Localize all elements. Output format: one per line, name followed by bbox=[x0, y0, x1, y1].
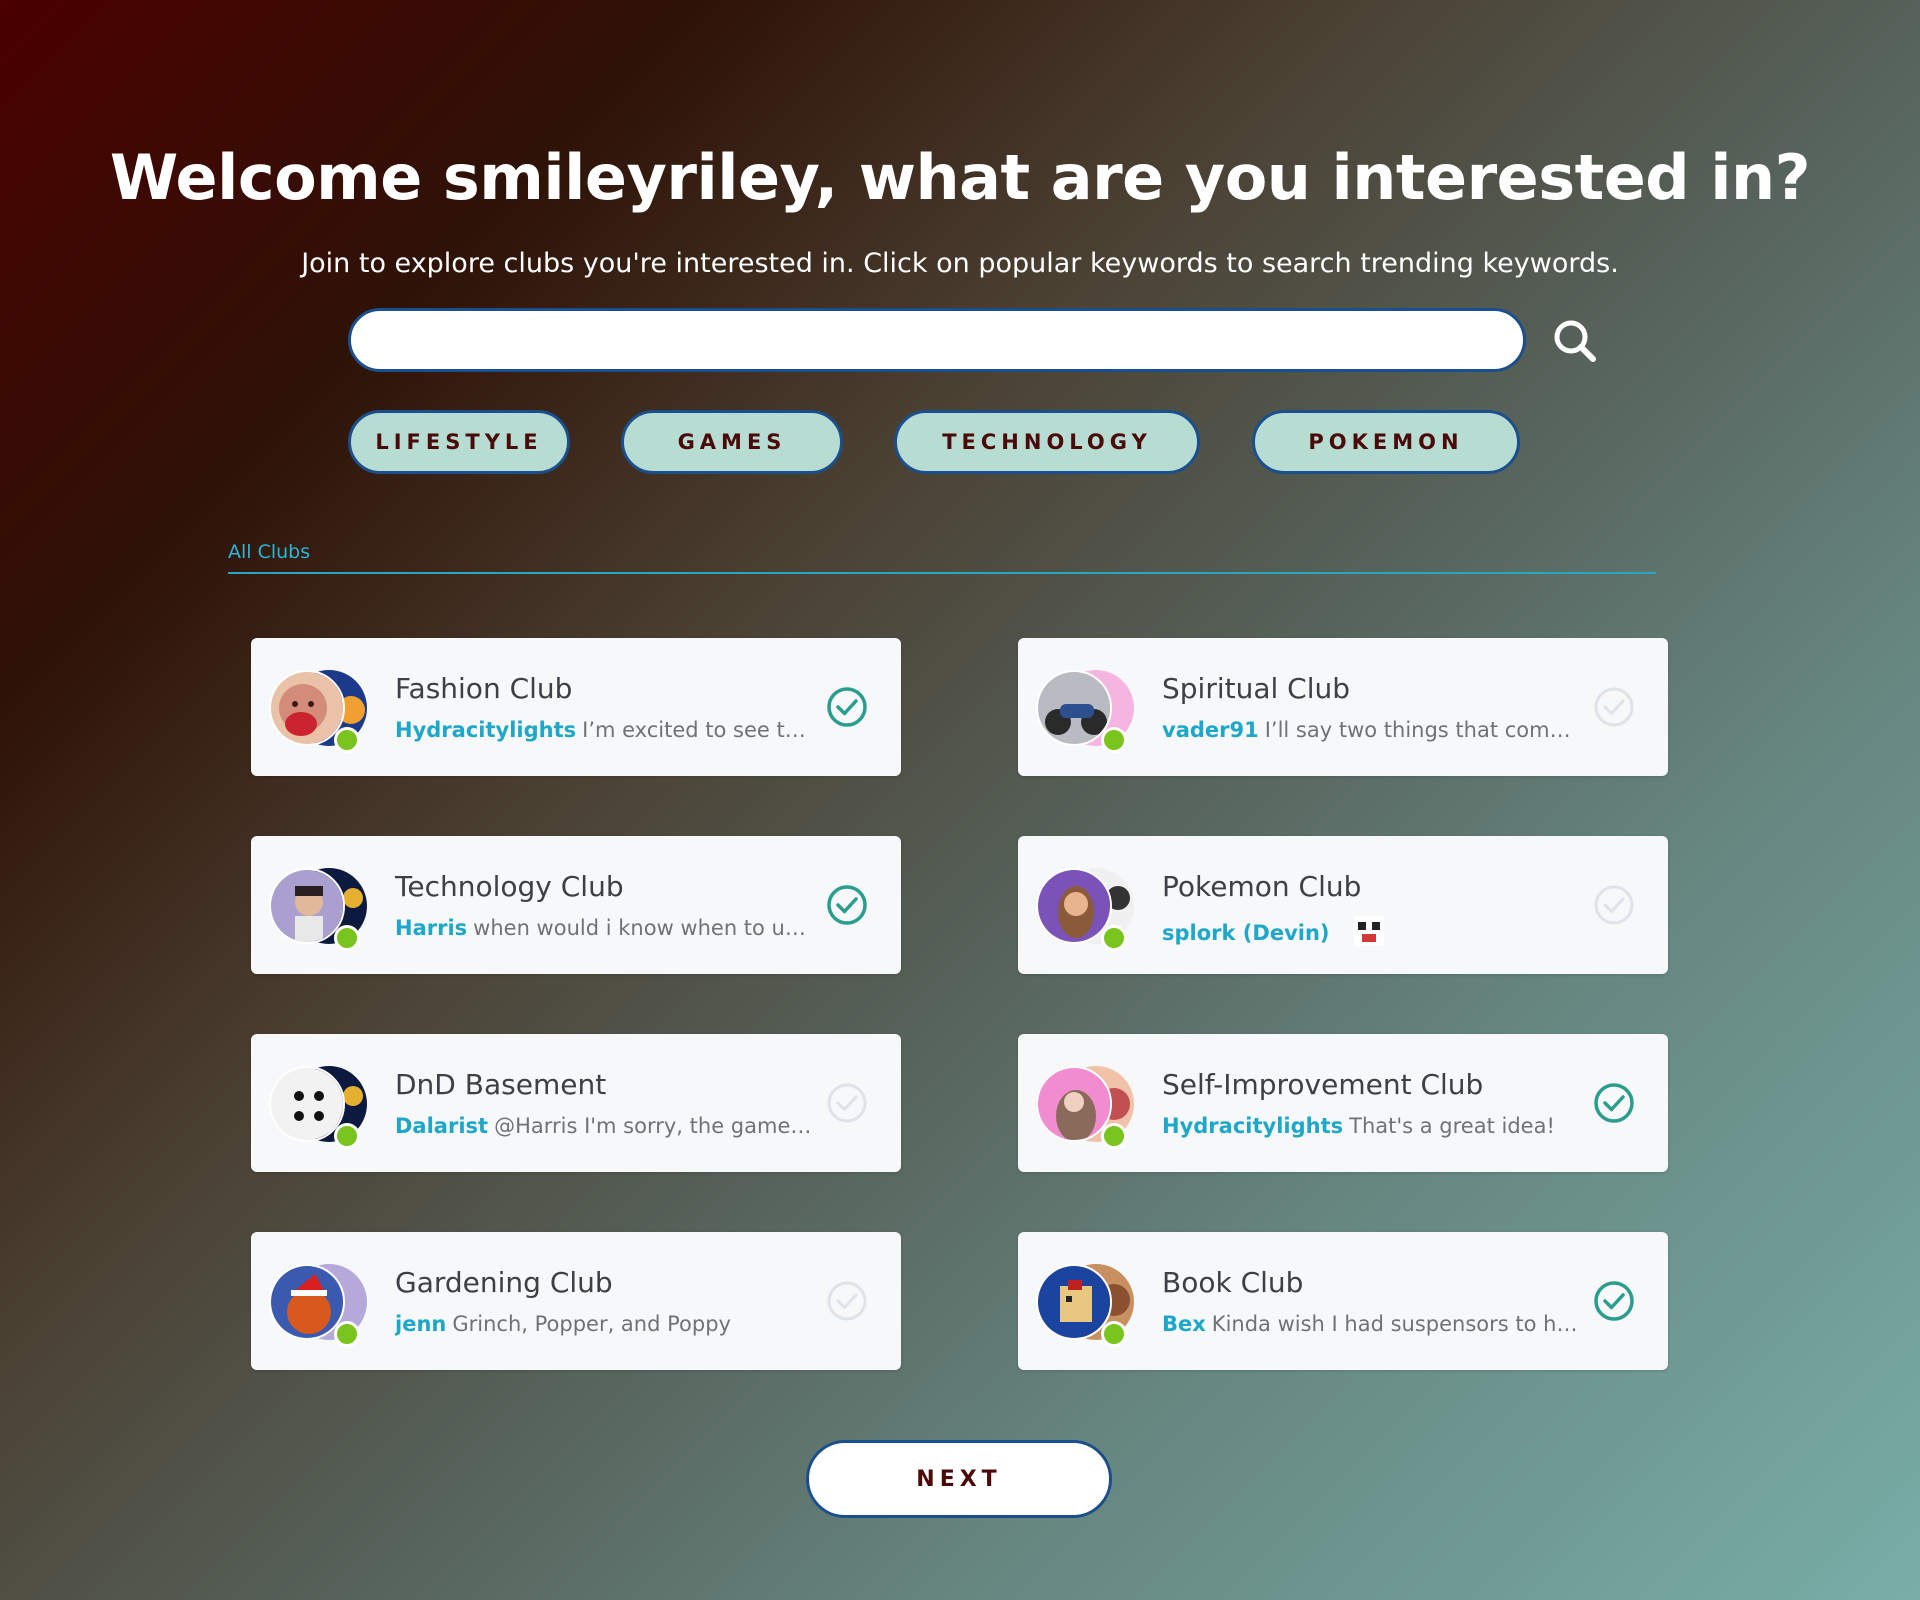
club-name: Technology Club bbox=[395, 870, 624, 903]
message-text: @Harris I'm sorry, the game I... bbox=[494, 1114, 815, 1138]
avatar bbox=[269, 868, 345, 944]
online-status-dot bbox=[334, 727, 360, 753]
avatar bbox=[269, 670, 345, 746]
club-last-message: Dalarist @Harris I'm sorry, the game I... bbox=[395, 1114, 815, 1138]
search-input[interactable] bbox=[348, 308, 1526, 372]
avatar bbox=[1036, 670, 1112, 746]
message-author[interactable]: jenn bbox=[395, 1312, 446, 1336]
club-last-message: HydracitylightsI’m excited to see the f.… bbox=[395, 718, 815, 742]
message-text: Kinda wish I had suspensors to ho... bbox=[1211, 1312, 1582, 1336]
club-name: Spiritual Club bbox=[1162, 672, 1351, 705]
club-card-technology[interactable]: Technology Club Harris when would i know … bbox=[251, 836, 901, 974]
avatar bbox=[1036, 868, 1112, 944]
club-name: Fashion Club bbox=[395, 672, 573, 705]
avatar-stack bbox=[1036, 1066, 1136, 1149]
keyword-games[interactable]: GAMES bbox=[621, 410, 843, 474]
check-circle-icon[interactable] bbox=[826, 1082, 868, 1124]
message-text: when would i know when to up... bbox=[473, 916, 815, 940]
club-last-message: Harris when would i know when to up... bbox=[395, 916, 815, 940]
club-card-book[interactable]: Book Club Bex Kinda wish I had suspensors… bbox=[1018, 1232, 1668, 1370]
avatar bbox=[1036, 1264, 1112, 1340]
online-status-dot bbox=[1101, 925, 1127, 951]
message-text: That's a great idea! bbox=[1349, 1114, 1555, 1138]
check-circle-icon[interactable] bbox=[1593, 686, 1635, 728]
avatar-stack bbox=[1036, 670, 1136, 753]
check-circle-icon[interactable] bbox=[826, 1280, 868, 1322]
club-card-pokemon[interactable]: Pokemon Club splork (Devin) bbox=[1018, 836, 1668, 974]
online-status-dot bbox=[1101, 1321, 1127, 1347]
page-title: Welcome smileyriley, what are you intere… bbox=[109, 141, 1811, 214]
online-status-dot bbox=[334, 925, 360, 951]
search-bar bbox=[348, 308, 1528, 372]
message-author[interactable]: Harris bbox=[395, 916, 467, 940]
search-icon[interactable] bbox=[1552, 318, 1598, 364]
club-last-message: splork (Devin) bbox=[1162, 916, 1582, 951]
avatar-stack bbox=[269, 670, 369, 753]
club-card-spiritual[interactable]: Spiritual Club vader91 I’ll say two thing… bbox=[1018, 638, 1668, 776]
avatar bbox=[269, 1264, 345, 1340]
club-last-message: jenn Grinch, Popper, and Poppy bbox=[395, 1312, 815, 1336]
message-author[interactable]: Bex bbox=[1162, 1312, 1206, 1336]
club-last-message: vader91 I’ll say two things that comes... bbox=[1162, 718, 1582, 742]
check-circle-icon[interactable] bbox=[826, 686, 868, 728]
club-card-self-improvement[interactable]: Self-Improvement Club Hydracitylights Tha… bbox=[1018, 1034, 1668, 1172]
avatar bbox=[269, 1066, 345, 1142]
message-text: Grinch, Popper, and Poppy bbox=[452, 1312, 731, 1336]
keyword-pokemon[interactable]: POKEMON bbox=[1252, 410, 1520, 474]
check-circle-icon[interactable] bbox=[1593, 1082, 1635, 1124]
club-name: Gardening Club bbox=[395, 1266, 613, 1299]
keyword-lifestyle[interactable]: LIFESTYLE bbox=[348, 410, 570, 474]
club-card-dnd-basement[interactable]: DnD Basement Dalarist @Harris I'm sorry, … bbox=[251, 1034, 901, 1172]
next-button[interactable]: NEXT bbox=[806, 1440, 1112, 1518]
online-status-dot bbox=[334, 1321, 360, 1347]
message-author[interactable]: vader91 bbox=[1162, 718, 1259, 742]
online-status-dot bbox=[334, 1123, 360, 1149]
message-author[interactable]: Hydracitylights bbox=[1162, 1114, 1343, 1138]
club-name: Self-Improvement Club bbox=[1162, 1068, 1484, 1101]
avatar-stack bbox=[269, 1264, 369, 1347]
tab-all-clubs[interactable]: All Clubs bbox=[228, 541, 310, 563]
message-author[interactable]: Dalarist bbox=[395, 1114, 488, 1138]
club-name: DnD Basement bbox=[395, 1068, 607, 1101]
message-author[interactable]: Hydracitylights bbox=[395, 718, 576, 742]
tab-underline bbox=[228, 572, 1656, 574]
avatar-stack bbox=[1036, 868, 1136, 951]
club-last-message: Bex Kinda wish I had suspensors to ho... bbox=[1162, 1312, 1582, 1336]
emoji-face-icon bbox=[1354, 916, 1385, 951]
avatar-stack bbox=[269, 868, 369, 951]
avatar-stack bbox=[1036, 1264, 1136, 1347]
message-text: I’ll say two things that comes... bbox=[1264, 718, 1582, 742]
check-circle-icon[interactable] bbox=[1593, 884, 1635, 926]
message-author[interactable]: splork (Devin) bbox=[1162, 921, 1330, 945]
club-last-message: Hydracitylights That's a great idea! bbox=[1162, 1114, 1582, 1138]
club-name: Pokemon Club bbox=[1162, 870, 1362, 903]
online-status-dot bbox=[1101, 1123, 1127, 1149]
onboarding-page: Welcome smileyriley, what are you intere… bbox=[0, 0, 1920, 1600]
keyword-technology[interactable]: TECHNOLOGY bbox=[894, 410, 1200, 474]
club-card-fashion[interactable]: Fashion Club Hydracitylights I’m excited … bbox=[251, 638, 901, 776]
check-circle-icon[interactable] bbox=[826, 884, 868, 926]
club-name: Book Club bbox=[1162, 1266, 1304, 1299]
avatar bbox=[1036, 1066, 1112, 1142]
check-circle-icon[interactable] bbox=[1593, 1280, 1635, 1322]
message-text: I’m excited to see the f... bbox=[582, 718, 815, 742]
avatar-stack bbox=[269, 1066, 369, 1149]
club-card-gardening[interactable]: Gardening Club jenn Grinch, Popper, and P… bbox=[251, 1232, 901, 1370]
page-subtitle: Join to explore clubs you're interested … bbox=[301, 248, 1619, 279]
online-status-dot bbox=[1101, 727, 1127, 753]
